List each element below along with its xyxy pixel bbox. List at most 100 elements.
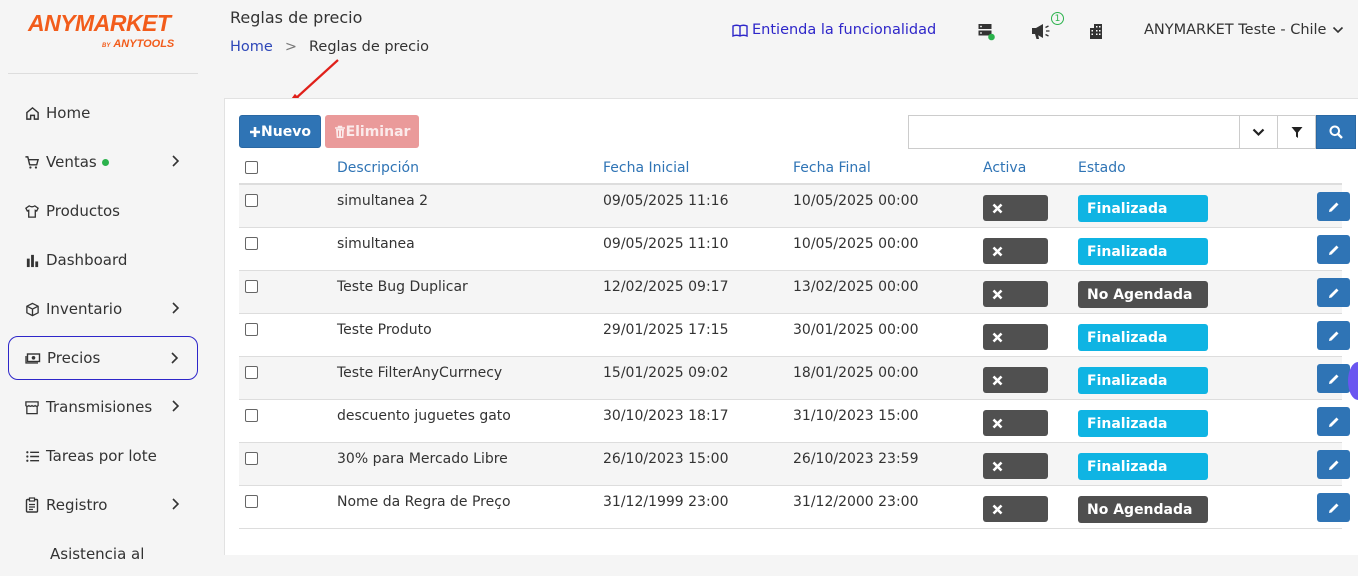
sidebar-item-tareas[interactable]: Tareas por lote [8, 434, 198, 478]
sidebar-divider [8, 73, 198, 74]
megaphone-icon [1032, 24, 1050, 39]
cell-fecha-inicial: 29/01/2025 17:15 [603, 322, 729, 338]
activa-toggle-button[interactable] [983, 195, 1048, 221]
store-icon [24, 399, 40, 415]
row-checkbox[interactable] [245, 237, 258, 250]
notification-count-badge: 1 [1051, 12, 1064, 25]
edit-button[interactable] [1317, 407, 1350, 436]
delete-button-label: Eliminar [345, 123, 411, 140]
row-checkbox[interactable] [245, 323, 258, 336]
status-badge: Finalizada [1078, 410, 1208, 437]
activa-toggle-button[interactable] [983, 324, 1048, 350]
announcements-button[interactable]: 1 [1030, 12, 1070, 42]
new-button[interactable]: Nuevo [239, 115, 321, 148]
sidebar-item-transmisiones[interactable]: Transmisiones [8, 385, 198, 429]
table-row[interactable]: Teste FilterAnyCurrnecy 15/01/2025 09:02 1… [239, 357, 1350, 400]
status-badge: Finalizada [1078, 367, 1208, 394]
table-row[interactable]: simultanea 2 09/05/2025 11:16 10/05/2025 0… [239, 185, 1350, 228]
sidebar-item-label: Inventario [46, 300, 123, 318]
row-checkbox[interactable] [245, 495, 258, 508]
activa-toggle-button[interactable] [983, 496, 1048, 522]
sidebar-item-label: Transmisiones [46, 398, 153, 416]
account-menu[interactable]: ANYMARKET Teste - Chile [1144, 22, 1344, 38]
table-row[interactable]: Nome da Regra de Preço 31/12/1999 23:00 31… [239, 486, 1350, 529]
column-header-fecha-final[interactable]: Fecha Final [793, 160, 871, 176]
new-button-label: Nuevo [261, 123, 311, 140]
activa-toggle-button[interactable] [983, 238, 1048, 264]
sidebar-item-registro[interactable]: Registro [8, 483, 198, 527]
building-icon[interactable] [1088, 22, 1104, 40]
row-checkbox[interactable] [245, 194, 258, 207]
sidebar-item-label: Home [46, 104, 91, 122]
sidebar-item-inventario[interactable]: Inventario [8, 287, 198, 331]
filter-icon [1291, 126, 1302, 138]
sidebar-item-label: Precios [47, 349, 101, 367]
activa-toggle-button[interactable] [983, 410, 1048, 436]
search-input[interactable] [908, 115, 1240, 149]
pencil-icon [1328, 202, 1338, 212]
column-header-fecha-inicial[interactable]: Fecha Inicial [603, 160, 689, 176]
shirt-icon [24, 203, 40, 219]
chevron-down-icon [1252, 128, 1265, 136]
select-all-checkbox[interactable] [245, 161, 258, 174]
edit-button[interactable] [1317, 235, 1350, 264]
pencil-icon [1328, 245, 1338, 255]
sidebar-item-home[interactable]: Home [8, 91, 198, 135]
close-icon [992, 203, 1003, 213]
row-checkbox[interactable] [245, 280, 258, 293]
edit-button[interactable] [1317, 321, 1350, 350]
sidebar-item-asistencia[interactable]: Asistencia al [8, 532, 198, 576]
close-icon [992, 375, 1003, 385]
table-row[interactable]: Teste Bug Duplicar 12/02/2025 09:17 13/02/… [239, 271, 1350, 314]
logo-sub-text: ANYTOOLS [113, 38, 175, 50]
table-row[interactable]: simultanea 09/05/2025 11:10 10/05/2025 00:… [239, 228, 1350, 271]
column-header-estado[interactable]: Estado [1078, 160, 1126, 176]
filter-button[interactable] [1277, 115, 1316, 149]
cell-fecha-final: 10/05/2025 00:00 [793, 236, 919, 252]
anymarket-logo[interactable]: ANYMARKET BY ANYTOOLS [28, 10, 180, 54]
activa-toggle-button[interactable] [983, 367, 1048, 393]
chevron-right-icon [172, 498, 180, 510]
sidebar-item-label: Dashboard [46, 251, 128, 269]
cell-fecha-inicial: 15/01/2025 09:02 [603, 365, 729, 381]
table-row[interactable]: 30% para Mercado Libre 26/10/2023 15:00 26… [239, 443, 1350, 486]
edit-button[interactable] [1317, 450, 1350, 479]
row-checkbox[interactable] [245, 452, 258, 465]
cell-descripcion: 30% para Mercado Libre [337, 451, 508, 467]
sidebar-item-dashboard[interactable]: Dashboard [8, 238, 198, 282]
row-checkbox[interactable] [245, 409, 258, 422]
sidebar-item-label: Tareas por lote [46, 447, 157, 465]
plus-icon [250, 126, 261, 137]
column-header-activa[interactable]: Activa [983, 160, 1026, 176]
column-header-descripcion[interactable]: Descripción [337, 160, 419, 176]
row-checkbox[interactable] [245, 366, 258, 379]
cell-fecha-inicial: 31/12/1999 23:00 [603, 494, 729, 510]
pencil-icon [1328, 417, 1338, 427]
help-link[interactable]: Entienda la funcionalidad [732, 22, 936, 38]
breadcrumb-home-link[interactable]: Home [230, 39, 273, 55]
breadcrumb: Home > Reglas de precio [230, 39, 429, 55]
cell-descripcion: Nome da Regra de Preço [337, 494, 511, 510]
sidebar-item-label: Asistencia al [50, 545, 145, 563]
table-row[interactable]: descuento juguetes gato 30/10/2023 18:17 3… [239, 400, 1350, 443]
cell-fecha-final: 31/10/2023 15:00 [793, 408, 919, 424]
server-status-icon[interactable] [977, 22, 997, 42]
edit-button[interactable] [1317, 364, 1350, 393]
edit-button[interactable] [1317, 493, 1350, 522]
activa-toggle-button[interactable] [983, 453, 1048, 479]
table-row[interactable]: Teste Produto 29/01/2025 17:15 30/01/2025 … [239, 314, 1350, 357]
delete-button[interactable]: Eliminar [325, 115, 419, 148]
sidebar-item-precios[interactable]: Precios [8, 336, 198, 380]
sidebar-item-ventas[interactable]: Ventas [8, 140, 198, 184]
search-button[interactable] [1316, 115, 1356, 149]
cell-fecha-final: 18/01/2025 00:00 [793, 365, 919, 381]
search-options-button[interactable] [1239, 115, 1278, 149]
edit-button[interactable] [1317, 192, 1350, 221]
edit-button[interactable] [1317, 278, 1350, 307]
cell-descripcion: Teste Bug Duplicar [337, 279, 468, 295]
sidebar-item-productos[interactable]: Productos [8, 189, 198, 233]
status-dot [101, 158, 109, 166]
activa-toggle-button[interactable] [983, 281, 1048, 307]
status-badge: Finalizada [1078, 453, 1208, 480]
cart-icon [24, 154, 40, 170]
